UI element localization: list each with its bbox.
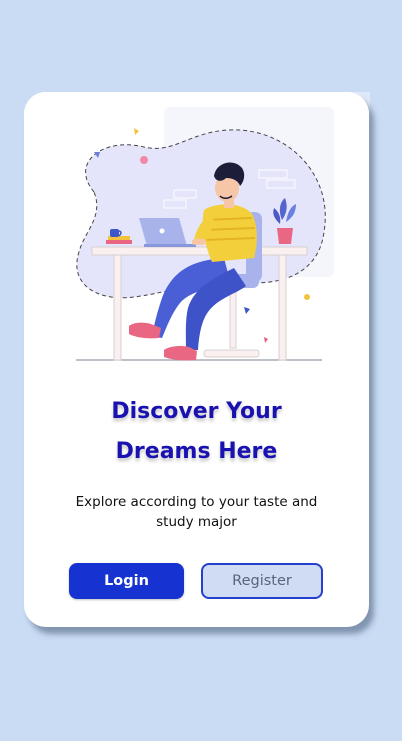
login-button[interactable]: Login — [69, 563, 184, 599]
register-button[interactable]: Register — [201, 563, 323, 599]
page-title: Discover Your Dreams Here — [24, 392, 369, 472]
subtitle-line-1: Explore according to your taste and — [75, 494, 318, 510]
person-at-desk-illustration — [24, 92, 369, 382]
register-button-label: Register — [232, 573, 292, 589]
page-subtitle: Explore according to your taste and stud… — [64, 492, 329, 532]
title-line-1: Discover Your — [111, 399, 282, 424]
onboarding-card: Discover Your Dreams Here Explore accord… — [24, 92, 369, 627]
login-button-label: Login — [104, 573, 149, 589]
subtitle-line-2: study major — [156, 514, 237, 530]
title-line-2: Dreams Here — [115, 439, 278, 464]
